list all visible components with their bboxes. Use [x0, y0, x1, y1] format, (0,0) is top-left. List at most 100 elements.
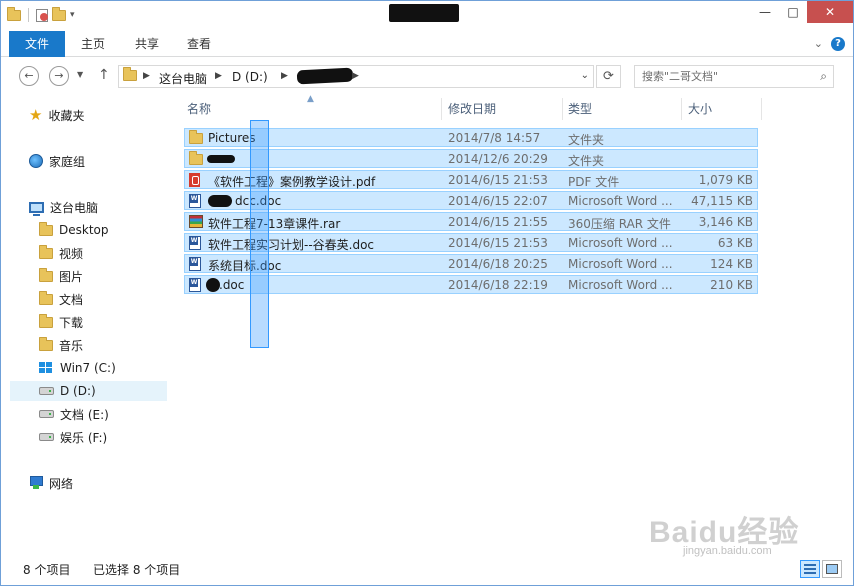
nav-this-pc[interactable]: 这台电脑 — [29, 197, 98, 217]
file-type: 文件夹 — [568, 154, 605, 168]
file-row[interactable]: 软件工程7-13章课件.rar 2014/6/15 21:55 360压缩 RA… — [184, 212, 758, 231]
file-type: 360压缩 RAR 文件 — [568, 217, 671, 231]
column-divider[interactable] — [562, 98, 563, 120]
nav-drive-e[interactable]: 文档 (E:) — [39, 404, 109, 424]
file-type: 文件夹 — [568, 133, 605, 147]
column-divider[interactable] — [681, 98, 682, 120]
nav-item-label: 这台电脑 — [50, 200, 99, 215]
nav-homegroup[interactable]: 家庭组 — [29, 151, 85, 171]
nav-music[interactable]: 音乐 — [39, 335, 83, 355]
folder-icon — [7, 6, 21, 21]
chevron-down-icon[interactable]: ⌄ — [581, 70, 589, 81]
tab-home[interactable]: 主页 — [71, 31, 115, 57]
maximize-button[interactable]: □ — [779, 1, 807, 23]
word-doc-icon — [189, 194, 201, 208]
nav-item-label: 视频 — [59, 246, 84, 261]
explorer-window: ▾ — □ ✕ 文件 主页 共享 查看 ⌄ ? ← → ▼ ↑ ▶ 这台电脑 ▶… — [0, 0, 854, 586]
ribbon-tabs: 文件 主页 共享 查看 — [1, 31, 853, 57]
file-name-redacted — [207, 155, 235, 163]
column-header-size[interactable]: 大小 — [688, 100, 712, 120]
nav-drive-f[interactable]: 娱乐 (F:) — [39, 427, 107, 447]
search-box[interactable]: ⌕ — [634, 65, 834, 88]
nav-drive-c[interactable]: Win7 (C:) — [39, 358, 116, 378]
nav-network[interactable]: 网络 — [29, 473, 73, 493]
column-divider[interactable] — [761, 98, 762, 120]
quick-access-toolbar: ▾ — [7, 6, 75, 22]
tab-share[interactable]: 共享 — [125, 31, 169, 57]
column-header-type[interactable]: 类型 — [568, 100, 592, 120]
nav-pictures[interactable]: 图片 — [39, 266, 83, 286]
forward-button[interactable]: → — [49, 66, 69, 86]
nav-drive-d[interactable]: D (D:) — [10, 381, 167, 401]
breadcrumb-drive-d[interactable]: D (D:) — [232, 70, 268, 84]
chevron-right-icon[interactable]: ▶ — [281, 71, 288, 81]
file-name: 系统目标.doc — [208, 259, 282, 273]
nav-desktop[interactable]: Desktop — [39, 220, 109, 240]
nav-item-label: 网络 — [49, 476, 74, 491]
sort-arrow-icon: ▲ — [307, 94, 314, 104]
properties-icon[interactable] — [36, 8, 48, 22]
chevron-right-icon[interactable]: ▶ — [215, 71, 222, 81]
file-size: 47,115 KB — [691, 194, 753, 208]
file-modified: 2014/7/8 14:57 — [448, 131, 541, 145]
address-bar[interactable]: ▶ 这台电脑 ▶ D (D:) ▶ ▶ ⌄ — [118, 65, 594, 88]
network-icon — [29, 476, 43, 490]
file-modified: 2014/6/18 22:19 — [448, 278, 548, 292]
column-header-modified[interactable]: 修改日期 — [448, 100, 496, 120]
back-button[interactable]: ← — [19, 66, 39, 86]
file-modified: 2014/6/18 20:25 — [448, 257, 548, 271]
chevron-right-icon[interactable]: ▶ — [143, 71, 150, 81]
up-button[interactable]: ↑ — [98, 67, 110, 83]
file-row[interactable]: .doc 2014/6/18 22:19 Microsoft Word ... … — [184, 275, 758, 294]
refresh-button[interactable]: ⟳ — [596, 65, 621, 88]
nav-favorites[interactable]: ★ 收藏夹 — [29, 105, 84, 125]
breadcrumb-redacted[interactable] — [296, 67, 354, 85]
customize-toolbar-icon[interactable]: ▾ — [70, 10, 75, 20]
chevron-right-icon[interactable]: ▶ — [352, 71, 359, 81]
new-folder-icon[interactable] — [52, 6, 66, 21]
file-size: 63 KB — [717, 236, 753, 250]
file-name-redacted — [206, 278, 220, 292]
homegroup-icon — [29, 154, 43, 168]
file-row[interactable]: dcc.doc 2014/6/15 22:07 Microsoft Word .… — [184, 191, 758, 210]
file-modified: 2014/6/15 22:07 — [448, 194, 548, 208]
nav-item-label: Win7 (C:) — [60, 361, 116, 375]
file-row[interactable]: Pictures 2014/7/8 14:57 文件夹 — [184, 128, 758, 147]
file-size: 1,079 KB — [698, 173, 753, 187]
search-icon[interactable]: ⌕ — [820, 69, 827, 84]
file-row[interactable]: 《软件工程》案例教学设计.pdf 2014/6/15 21:53 PDF 文件 … — [184, 170, 758, 189]
drive-icon — [39, 433, 54, 441]
nav-item-label: 下载 — [59, 315, 84, 330]
close-button[interactable]: ✕ — [807, 1, 853, 23]
word-doc-icon — [189, 257, 201, 271]
recent-locations-dropdown[interactable]: ▼ — [77, 70, 83, 79]
file-size: 210 KB — [710, 278, 753, 292]
column-divider[interactable] — [441, 98, 442, 120]
search-input[interactable] — [635, 66, 805, 87]
file-row[interactable]: 软件工程实习计划--谷春英.doc 2014/6/15 21:53 Micros… — [184, 233, 758, 252]
pictures-folder-icon — [39, 267, 53, 282]
watermark: Baidu经验 jingyan.baidu.com — [613, 501, 853, 565]
file-modified: 2014/12/6 20:29 — [448, 152, 548, 166]
watermark-url: jingyan.baidu.com — [683, 545, 772, 557]
breadcrumb-this-pc[interactable]: 这台电脑 — [159, 70, 207, 87]
ribbon-controls: ⌄ ? — [814, 37, 845, 51]
nav-item-label: 收藏夹 — [48, 108, 85, 123]
file-modified: 2014/6/15 21:55 — [448, 215, 548, 229]
file-row[interactable]: 系统目标.doc 2014/6/18 20:25 Microsoft Word … — [184, 254, 758, 273]
file-type: Microsoft Word ... — [568, 278, 673, 292]
minimize-button[interactable]: — — [751, 1, 779, 23]
file-type: Microsoft Word ... — [568, 194, 673, 208]
file-size: 3,146 KB — [698, 215, 753, 229]
nav-documents[interactable]: 文档 — [39, 289, 83, 309]
file-row[interactable]: 2014/12/6 20:29 文件夹 — [184, 149, 758, 168]
column-header-name[interactable]: 名称 — [187, 100, 211, 120]
nav-videos[interactable]: 视频 — [39, 243, 83, 263]
tab-file[interactable]: 文件 — [9, 31, 65, 57]
tab-view[interactable]: 查看 — [177, 31, 221, 57]
word-doc-icon — [189, 236, 201, 250]
nav-item-label: 文档 (E:) — [60, 407, 109, 422]
nav-downloads[interactable]: 下载 — [39, 312, 83, 332]
expand-ribbon-icon[interactable]: ⌄ — [814, 37, 823, 51]
help-icon[interactable]: ? — [831, 37, 845, 51]
